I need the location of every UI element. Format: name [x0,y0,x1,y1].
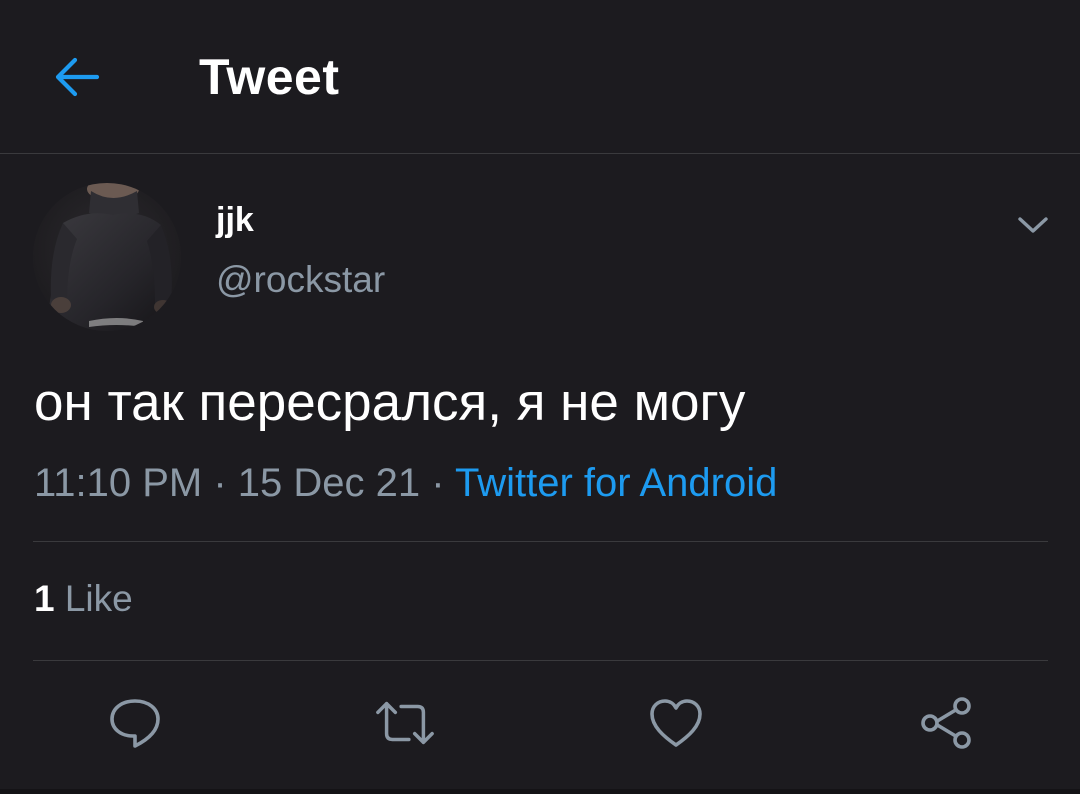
share-button[interactable] [915,694,977,752]
retweet-button[interactable] [374,694,436,752]
tweet-source-link[interactable]: Twitter for Android [455,461,777,505]
arrow-left-icon [55,57,100,97]
tweet-time: 11:10 PM [34,461,203,505]
tweet-metadata: 11:10 PM · 15 Dec 21 · Twitter for Andro… [34,459,777,507]
tweet-options-button[interactable] [1014,208,1052,242]
retweet-icon [376,701,434,745]
meta-separator: · [202,461,238,505]
avatar-photo [33,183,181,331]
likes-summary[interactable]: 1 Like [34,577,133,621]
top-app-bar: Tweet [0,0,1080,154]
divider [33,660,1048,661]
speech-bubble-icon [110,699,160,748]
like-count: 1 [34,578,55,619]
meta-separator: · [420,461,455,505]
tweet-date: 15 Dec 21 [237,461,421,505]
divider [33,541,1048,542]
like-label: Like [64,578,133,619]
share-icon [921,697,971,749]
bottom-edge [0,789,1080,794]
page-title: Tweet [199,49,340,105]
author-handle[interactable]: @rockstar [216,258,385,302]
chevron-down-icon [1018,217,1048,233]
tweet-text: он так пересрался, я не могу [34,373,746,432]
avatar[interactable] [33,183,181,331]
reply-button[interactable] [104,694,166,752]
author-display-name[interactable]: jjk [216,200,254,240]
heart-icon [650,699,702,747]
like-button[interactable] [645,694,707,752]
back-button[interactable] [50,52,104,102]
